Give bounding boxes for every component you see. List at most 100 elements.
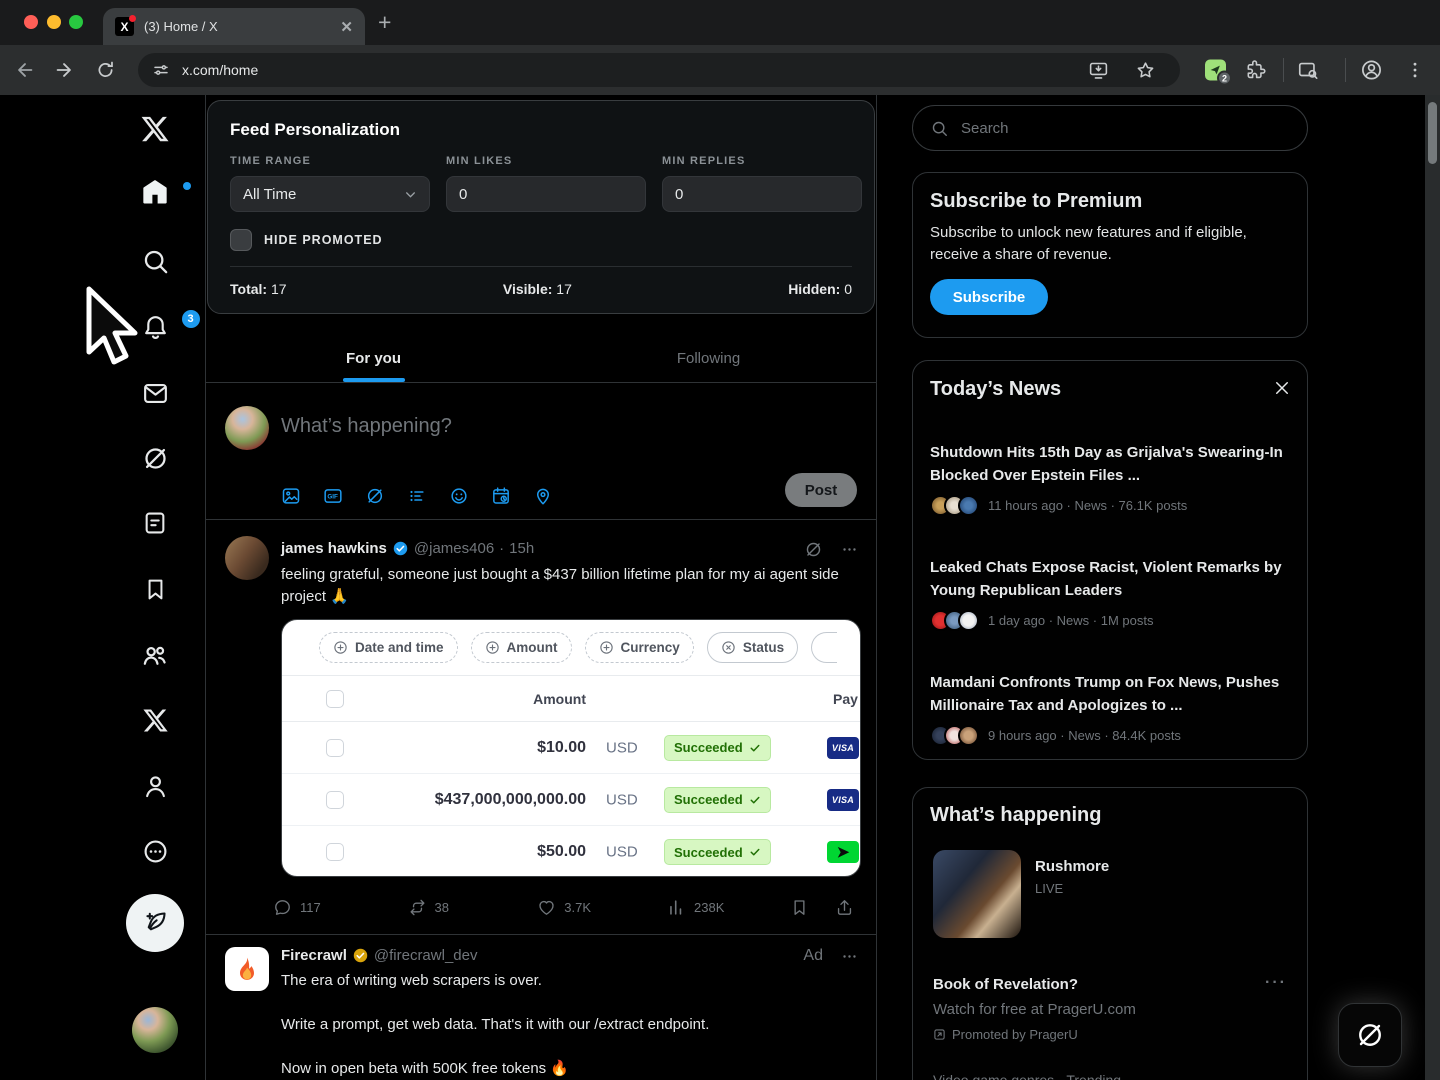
sidebar-item-profile[interactable] xyxy=(119,761,191,811)
browser-menu-icon[interactable] xyxy=(1405,60,1425,80)
address-bar[interactable]: x.com/home xyxy=(138,53,1180,87)
compose-post-button[interactable] xyxy=(119,898,191,948)
promo-title[interactable]: Book of Revelation? xyxy=(933,976,1078,993)
scrollbar-thumb[interactable] xyxy=(1428,102,1437,164)
browser-tab[interactable]: X (3) Home / X ✕ xyxy=(103,8,365,45)
new-tab-button[interactable]: + xyxy=(378,9,391,36)
tweet-author-name[interactable]: james hawkins xyxy=(281,540,387,557)
sidebar-item-search[interactable] xyxy=(119,236,191,286)
gif-icon[interactable]: GIF xyxy=(323,486,343,506)
sidebar-item-x-logo[interactable] xyxy=(119,104,191,154)
news-item[interactable]: Mamdani Confronts Trump on Fox News, Pus… xyxy=(930,671,1290,746)
tweet-author-handle[interactable]: @firecrawl_dev xyxy=(374,947,478,964)
sidebar-item-lists[interactable] xyxy=(119,498,191,548)
schedule-icon[interactable] xyxy=(491,486,511,506)
tweet-firecrawl-ad[interactable]: Firecrawl @firecrawl_dev Ad The era of w… xyxy=(206,935,876,1080)
tweet-timestamp[interactable]: 15h xyxy=(509,540,534,557)
share-button[interactable] xyxy=(835,898,854,917)
profile-avatar-icon[interactable] xyxy=(1360,59,1383,82)
sidebar-item-notifications[interactable]: 3 xyxy=(119,302,191,352)
install-app-icon[interactable] xyxy=(1088,60,1109,81)
row-checkbox xyxy=(326,739,344,757)
tweet-text[interactable]: feeling grateful, someone just bought a … xyxy=(281,564,849,608)
min-replies-input[interactable] xyxy=(662,176,862,212)
subscribe-button[interactable]: Subscribe xyxy=(930,279,1048,315)
trending-item-cut[interactable]: Video game genres · Trending xyxy=(933,1072,1121,1080)
tweet-author-avatar[interactable] xyxy=(225,947,269,991)
news-item[interactable]: Shutdown Hits 15th Day as Grijalva's Swe… xyxy=(930,441,1290,516)
media-icon[interactable] xyxy=(281,486,301,506)
min-likes-input[interactable] xyxy=(446,176,646,212)
live-event-name[interactable]: Rushmore xyxy=(1035,858,1109,875)
tweet-author-name[interactable]: Firecrawl xyxy=(281,947,347,964)
live-event-thumbnail[interactable] xyxy=(933,850,1021,938)
hide-promoted-checkbox[interactable] xyxy=(230,229,252,251)
bookmark-star-icon[interactable] xyxy=(1135,60,1156,81)
right-sidebar: Subscribe to Premium Subscribe to unlock… xyxy=(912,95,1308,1080)
extension-pinned-icon[interactable]: 2 xyxy=(1205,60,1226,81)
sidebar-item-premium[interactable] xyxy=(119,695,191,745)
emoji-icon[interactable] xyxy=(449,486,469,506)
tweet-more-icon[interactable] xyxy=(841,541,858,558)
time-range-select[interactable]: All Time xyxy=(230,176,430,212)
grok-actions-icon[interactable] xyxy=(804,540,823,559)
tweet-author-handle[interactable]: @james406 xyxy=(414,540,494,557)
sidebar-account-avatar[interactable] xyxy=(119,1005,191,1055)
home-unread-dot xyxy=(183,182,191,190)
payment-row: $10.00 USD Succeeded VISA xyxy=(282,722,860,774)
extensions-puzzle-icon[interactable] xyxy=(1245,60,1266,81)
reload-icon[interactable] xyxy=(95,60,116,81)
promo-subtitle[interactable]: Watch for free at PragerU.com xyxy=(933,1001,1136,1018)
maximize-window-button[interactable] xyxy=(69,15,83,29)
tweet-text-line[interactable]: The era of writing web scrapers is over. xyxy=(281,971,849,991)
grok-floating-button[interactable] xyxy=(1338,1003,1402,1067)
sidebar-item-more[interactable] xyxy=(119,826,191,876)
back-icon[interactable] xyxy=(14,59,36,81)
views-button[interactable]: 238K xyxy=(667,898,790,917)
promo-more-icon[interactable]: ··· xyxy=(1265,974,1287,992)
bookmark-button[interactable] xyxy=(790,898,809,917)
views-icon xyxy=(667,898,686,917)
tweet-text-line[interactable]: Write a prompt, get web data. That's it … xyxy=(281,1015,849,1035)
news-close-icon[interactable] xyxy=(1273,379,1291,397)
status-badge: Succeeded xyxy=(664,735,771,761)
sidebar-item-grok[interactable] xyxy=(119,433,191,483)
tweet-james-hawkins[interactable]: james hawkins @james406 · 15h feeling gr… xyxy=(206,520,876,935)
poll-icon[interactable] xyxy=(407,486,427,506)
inspect-page-icon[interactable] xyxy=(1297,59,1319,81)
visa-card-icon: VISA xyxy=(827,789,859,811)
reply-button[interactable]: 117 xyxy=(273,898,408,917)
sidebar-item-home[interactable] xyxy=(119,168,191,218)
sidebar-item-bookmarks[interactable] xyxy=(119,564,191,614)
grok-icon xyxy=(1355,1020,1385,1050)
like-button[interactable]: 3.7K xyxy=(537,898,667,917)
repost-button[interactable]: 38 xyxy=(408,898,538,917)
verified-badge-icon xyxy=(392,540,409,557)
forward-icon[interactable] xyxy=(53,59,75,81)
tweet-author-avatar[interactable] xyxy=(225,536,269,580)
min-likes-label: MIN LIKES xyxy=(446,155,646,167)
url-text[interactable]: x.com/home xyxy=(182,62,1088,78)
tweet-image-payments-table[interactable]: Date and time Amount Currency Status xyxy=(281,619,861,877)
scrollbar-track[interactable] xyxy=(1425,95,1440,1080)
tweet-text-line[interactable]: Now in open beta with 500K free tokens 🔥 xyxy=(281,1059,849,1079)
sidebar-item-communities[interactable] xyxy=(119,630,191,680)
payment-row: $50.00 USD Succeeded ➤ xyxy=(282,826,860,877)
site-settings-icon[interactable] xyxy=(152,61,170,79)
search-input[interactable] xyxy=(961,120,1261,137)
post-button[interactable]: Post xyxy=(785,473,857,507)
tab-close-icon[interactable]: ✕ xyxy=(340,18,353,36)
news-item[interactable]: Leaked Chats Expose Racist, Violent Rema… xyxy=(930,556,1290,631)
browser-window: X (3) Home / X ✕ + x.com/home 2 xyxy=(0,0,1440,1080)
sidebar-item-messages[interactable] xyxy=(119,368,191,418)
grok-attach-icon[interactable] xyxy=(365,486,385,506)
tab-following[interactable]: Following xyxy=(541,335,876,382)
minimize-window-button[interactable] xyxy=(47,15,61,29)
tab-for-you[interactable]: For you xyxy=(206,335,541,382)
composer-avatar[interactable] xyxy=(225,406,269,450)
search-bar[interactable] xyxy=(912,105,1308,151)
composer-input[interactable]: What’s happening? xyxy=(281,415,452,438)
close-window-button[interactable] xyxy=(24,15,38,29)
tweet-more-icon[interactable] xyxy=(841,948,858,965)
location-icon[interactable] xyxy=(533,486,553,506)
